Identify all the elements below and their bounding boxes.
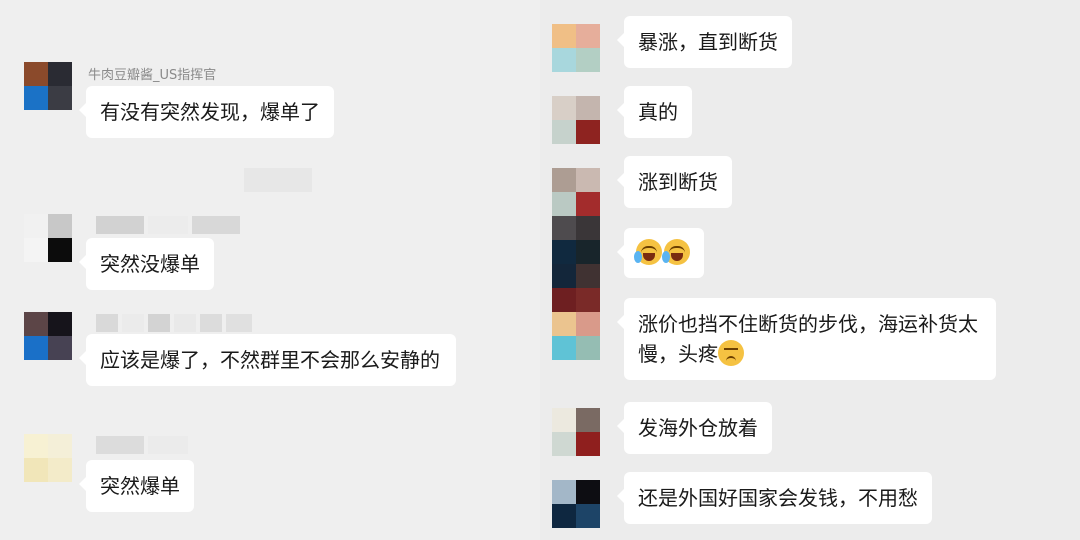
message-bubble[interactable]: 突然爆单 [79,460,194,512]
persevering-face-icon [718,340,744,366]
sender-name-blurred [96,216,240,234]
message-bubble[interactable] [617,228,704,278]
message-bubble[interactable]: 还是外国好国家会发钱，不用愁 [617,472,932,524]
message-bubble[interactable]: 应该是爆了，不然群里不会那么安静的 [79,334,456,386]
message-bubble[interactable]: 突然没爆单 [79,238,214,290]
avatar[interactable] [552,480,600,528]
avatar[interactable] [24,62,72,110]
message-bubble[interactable]: 暴涨，直到断货 [617,16,792,68]
message-text: 涨价也挡不住断货的步伐，海运补货太慢，头疼 [638,312,978,366]
avatar[interactable] [552,216,600,264]
avatar[interactable] [552,168,600,216]
message-bubble[interactable]: 涨到断货 [617,156,732,208]
avatar[interactable] [552,264,600,312]
avatar[interactable] [24,312,72,360]
sender-name-blurred [96,314,252,332]
avatar[interactable] [552,312,600,360]
message-bubble[interactable]: 涨价也挡不住断货的步伐，海运补货太慢，头疼 [617,298,996,380]
avatar[interactable] [552,24,600,72]
avatar[interactable] [552,408,600,456]
sender-name-blurred [96,436,188,454]
message-bubble[interactable]: 有没有突然发现，爆单了 [79,86,334,138]
avatar[interactable] [24,434,72,482]
left-chat-panel: 牛肉豆瓣酱_US指挥官 有没有突然发现，爆单了 突然没爆单 应该是爆了，不然群里… [0,0,540,540]
face-with-tears-icon [634,239,662,265]
face-with-tears-icon [662,239,690,265]
message-bubble[interactable]: 真的 [617,86,692,138]
avatar[interactable] [552,96,600,144]
message-bubble[interactable]: 发海外仓放着 [617,402,772,454]
right-chat-panel: 暴涨，直到断货 真的 涨到断货 涨价也挡不住断货的步伐，海运补货太慢，头疼 发海… [540,0,1080,540]
sender-name: 牛肉豆瓣酱_US指挥官 [88,68,217,83]
timestamp-blurred [244,168,312,192]
avatar[interactable] [24,214,72,262]
